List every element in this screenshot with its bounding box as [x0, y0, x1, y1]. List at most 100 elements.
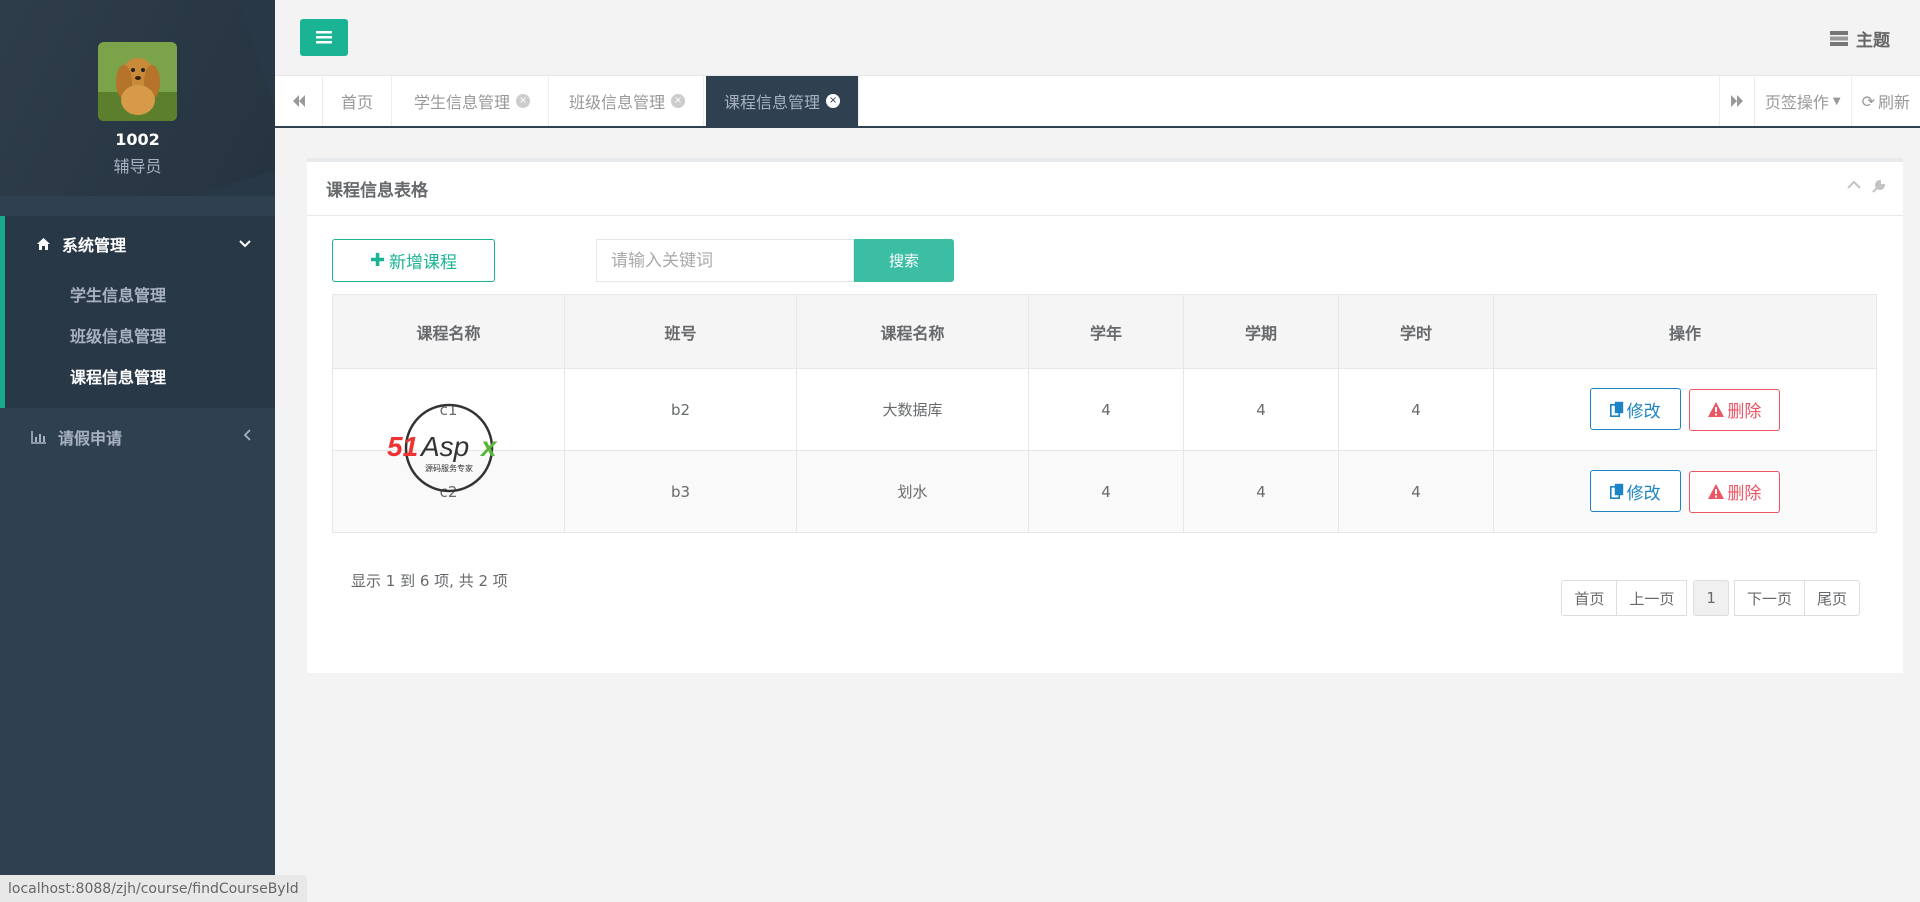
- tab-student-info[interactable]: 学生信息管理 ×: [396, 76, 550, 126]
- table-cell: 4: [1028, 450, 1184, 533]
- edit-label: 修改: [1626, 483, 1661, 504]
- warning-icon: [1708, 484, 1725, 500]
- close-icon[interactable]: ×: [516, 94, 531, 108]
- tab-student-info-label: 学生信息管理: [414, 93, 511, 112]
- tab-home[interactable]: 首页: [323, 76, 393, 126]
- bar-chart-icon: [30, 430, 48, 444]
- page-last-button[interactable]: 尾页: [1803, 580, 1860, 616]
- double-chevron-left-icon: [292, 95, 305, 107]
- table-row: c2 b3 划水 4 4 4 修改 删除: [332, 450, 1877, 533]
- tab-home-label: 首页: [341, 93, 374, 112]
- profile-role: 辅导员: [113, 157, 162, 176]
- sidebar-item-course-info[interactable]: 课程信息管理: [70, 364, 166, 388]
- panel-title: 课程信息表格: [326, 181, 428, 201]
- column-header[interactable]: 课程名称: [796, 294, 1029, 369]
- theme-tasks-icon: [1830, 31, 1848, 46]
- warning-icon: [1708, 402, 1725, 418]
- profile-name: 1002: [115, 130, 160, 149]
- pagination-info: 显示 1 到 6 项, 共 2 项: [351, 572, 508, 590]
- search-input[interactable]: [596, 239, 854, 282]
- tab-actions: 页签操作 ▼ ⟳ 刷新: [1718, 76, 1920, 126]
- column-header: 操作: [1493, 294, 1877, 369]
- tab-scroll-left-button[interactable]: [275, 76, 323, 126]
- nav-system-label: 系统管理: [62, 236, 127, 255]
- tab-class-info-label: 班级信息管理: [569, 93, 666, 112]
- wrench-icon[interactable]: [1871, 180, 1885, 194]
- sidebar: 1002 辅导员 系统管理 学生信息管理 班级信息管理 课程信息管理 请假申请: [0, 0, 275, 902]
- tab-course-info[interactable]: 课程信息管理 ×: [706, 76, 860, 126]
- delete-button[interactable]: 删除: [1689, 470, 1781, 513]
- avatar[interactable]: [98, 42, 177, 121]
- pagination: 首页 上一页 1 下一页 尾页: [1561, 580, 1860, 616]
- column-header[interactable]: 学期: [1183, 294, 1339, 369]
- edit-label: 修改: [1626, 401, 1661, 422]
- column-header[interactable]: 学时: [1338, 294, 1494, 369]
- close-icon[interactable]: ×: [826, 94, 841, 108]
- course-table-panel: 课程信息表格 ✚ 新增课程 搜索 课程名称 班号 课程名称 学年 学期 学时 操…: [307, 158, 1903, 673]
- column-header[interactable]: 课程名称: [332, 294, 565, 369]
- table-cell: b2: [564, 368, 797, 451]
- tab-course-info-label: 课程信息管理: [724, 93, 821, 112]
- tab-operations-dropdown[interactable]: 页签操作 ▼: [1753, 76, 1851, 126]
- refresh-label: 刷新: [1877, 93, 1910, 112]
- theme-label: 主题: [1856, 31, 1890, 51]
- status-url: localhost:8088/zjh/course/findCourseById: [0, 875, 307, 902]
- home-icon: [34, 237, 52, 251]
- table-cell-actions: 修改 删除: [1493, 450, 1877, 533]
- top-bar: 主题: [275, 0, 1920, 76]
- tab-operations-label: 页签操作: [1764, 93, 1829, 112]
- table-cell: 大数据库: [796, 368, 1029, 451]
- page-prev-button[interactable]: 上一页: [1616, 580, 1688, 616]
- caret-down-icon: ▼: [1832, 95, 1841, 107]
- sidebar-item-student-info[interactable]: 学生信息管理: [70, 282, 166, 306]
- page-number-current[interactable]: 1: [1693, 580, 1729, 616]
- nav-leave-label: 请假申请: [58, 429, 123, 448]
- refresh-icon: ⟳: [1861, 91, 1875, 111]
- plus-icon: ✚: [369, 250, 386, 271]
- nav-system-management[interactable]: 系统管理: [0, 231, 275, 257]
- chevron-down-icon: [239, 236, 251, 252]
- dog-photo-icon: [98, 42, 177, 121]
- refresh-button[interactable]: ⟳ 刷新: [1850, 76, 1920, 126]
- search-button[interactable]: 搜索: [854, 239, 954, 282]
- double-chevron-right-icon: [1730, 95, 1743, 107]
- close-icon[interactable]: ×: [671, 94, 686, 108]
- column-header[interactable]: 学年: [1028, 294, 1184, 369]
- edit-button[interactable]: 修改: [1589, 388, 1681, 431]
- tab-class-info[interactable]: 班级信息管理 ×: [551, 76, 705, 126]
- panel-tools: [1847, 180, 1885, 194]
- page-next-button[interactable]: 下一页: [1733, 580, 1805, 616]
- profile-block: 1002 辅导员: [0, 0, 275, 196]
- sidebar-item-class-info[interactable]: 班级信息管理: [70, 323, 166, 347]
- table-header-row: 课程名称 班号 课程名称 学年 学期 学时 操作: [332, 294, 1877, 369]
- table-cell: 4: [1028, 368, 1184, 451]
- table-cell: 划水: [796, 450, 1029, 533]
- table-cell: 4: [1338, 450, 1494, 533]
- add-course-label: 新增课程: [389, 253, 458, 273]
- table-cell: 4: [1338, 368, 1494, 451]
- table-cell: 4: [1183, 368, 1339, 451]
- panel-header: 课程信息表格: [307, 162, 1903, 216]
- delete-button[interactable]: 删除: [1689, 388, 1781, 431]
- copy-icon: [1609, 483, 1624, 500]
- add-course-button[interactable]: ✚ 新增课程: [332, 239, 495, 282]
- table-cell: 4: [1183, 450, 1339, 533]
- hamburger-icon: [316, 31, 332, 44]
- menu-toggle-button[interactable]: [300, 19, 348, 56]
- edit-button[interactable]: 修改: [1589, 470, 1681, 513]
- tab-scroll-right-button[interactable]: [1718, 76, 1754, 126]
- chevron-up-icon[interactable]: [1847, 180, 1861, 190]
- delete-label: 删除: [1727, 402, 1762, 423]
- nav-leave-request[interactable]: 请假申请: [0, 424, 275, 450]
- theme-button[interactable]: 主题: [1830, 26, 1890, 51]
- table-cell-actions: 修改 删除: [1493, 368, 1877, 451]
- course-table: 课程名称 班号 课程名称 学年 学期 学时 操作 c1 b2 大数据库 4 4 …: [332, 294, 1877, 533]
- column-header[interactable]: 班号: [564, 294, 797, 369]
- table-row: c1 b2 大数据库 4 4 4 修改 删除: [332, 368, 1877, 451]
- table-cell: c1: [332, 368, 565, 451]
- delete-label: 删除: [1727, 484, 1762, 505]
- page-first-button[interactable]: 首页: [1561, 580, 1618, 616]
- table-cell: c2: [332, 450, 565, 533]
- copy-icon: [1609, 401, 1624, 418]
- tab-bar: 首页 学生信息管理 × 班级信息管理 × 课程信息管理 × 页签操作 ▼ ⟳ 刷…: [275, 76, 1920, 128]
